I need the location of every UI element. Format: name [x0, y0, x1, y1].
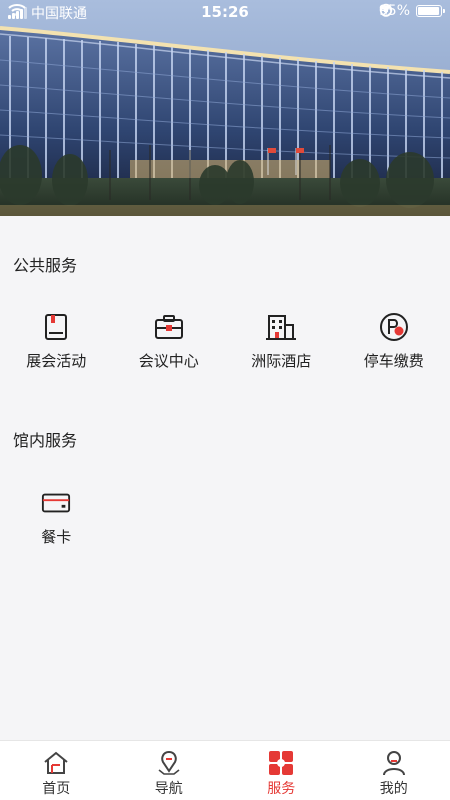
hotel-icon — [266, 312, 297, 342]
tab-navigation[interactable]: 导航 — [113, 741, 226, 800]
status-bar: 中国联通 15:26 95% — [0, 0, 450, 24]
card-icon — [41, 488, 71, 518]
service-label: 餐卡 — [41, 528, 72, 546]
battery-icon — [416, 5, 445, 17]
tab-label: 导航 — [154, 781, 183, 797]
hotel-building-photo — [0, 0, 450, 216]
service-label: 会议中心 — [138, 352, 199, 370]
tab-services[interactable]: 服务 — [225, 741, 338, 800]
tab-label: 首页 — [42, 781, 71, 797]
hero-banner: 中国联通 15:26 95% — [0, 0, 450, 216]
navigation-icon — [156, 750, 182, 776]
service-conference[interactable]: 会议中心 — [113, 312, 226, 371]
section-title-venue: 馆内服务 — [13, 431, 78, 450]
service-exhibition[interactable]: 展会活动 — [0, 312, 113, 371]
service-meal-card[interactable]: 餐卡 — [0, 488, 113, 547]
tab-label: 服务 — [267, 781, 296, 797]
tab-home[interactable]: 首页 — [0, 741, 113, 800]
home-icon — [43, 750, 69, 776]
service-label: 展会活动 — [26, 352, 87, 370]
public-services-grid: 展会活动 会议中心 洲际酒店 停车缴费 — [0, 312, 450, 371]
parking-icon — [379, 312, 409, 342]
status-right: 95% — [379, 3, 445, 19]
venue-services-grid: 餐卡 — [0, 488, 450, 547]
alarm-icon — [380, 5, 392, 17]
service-parking[interactable]: 停车缴费 — [338, 312, 450, 371]
briefcase-icon — [154, 312, 184, 342]
tab-label: 我的 — [379, 781, 408, 797]
tab-profile[interactable]: 我的 — [338, 741, 450, 800]
services-icon — [268, 750, 294, 776]
service-label: 洲际酒店 — [251, 352, 312, 370]
profile-icon — [381, 750, 407, 776]
book-icon — [41, 312, 71, 342]
bottom-tab-bar: 首页 导航 服务 我的 — [0, 740, 450, 800]
service-label: 停车缴费 — [363, 352, 424, 370]
service-hotel[interactable]: 洲际酒店 — [225, 312, 338, 371]
section-title-public: 公共服务 — [13, 256, 78, 275]
